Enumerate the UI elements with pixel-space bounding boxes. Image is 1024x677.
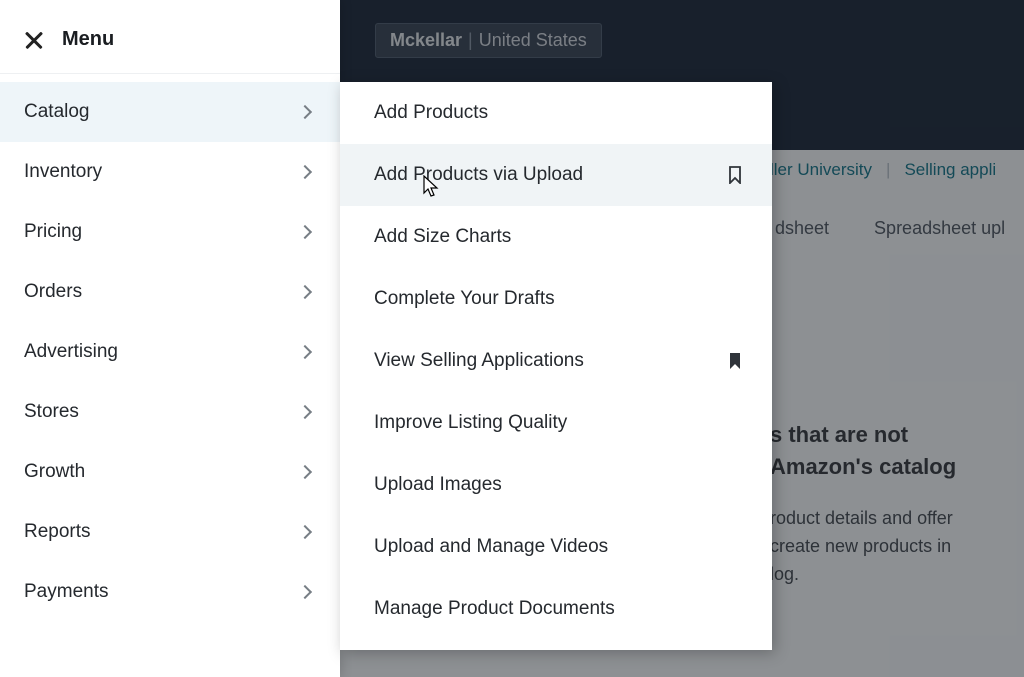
submenu-item-label: Upload and Manage Videos <box>374 536 608 558</box>
sidebar-item-label: Pricing <box>24 221 82 243</box>
sidebar-item-advertising[interactable]: Advertising <box>0 322 340 382</box>
chevron-right-icon <box>298 585 312 599</box>
chevron-right-icon <box>298 285 312 299</box>
menu-header: Menu <box>0 0 340 74</box>
sidebar-item-inventory[interactable]: Inventory <box>0 142 340 202</box>
sidebar-item-label: Advertising <box>24 341 118 363</box>
submenu-item-label: Add Products <box>374 102 488 124</box>
chevron-right-icon <box>298 165 312 179</box>
submenu-item[interactable]: Add Size Charts <box>340 206 772 268</box>
submenu-item[interactable]: Improve Listing Quality <box>340 392 772 454</box>
sidebar-item-label: Growth <box>24 461 85 483</box>
submenu-item[interactable]: Add Products via Upload <box>340 144 772 206</box>
sidebar-item-label: Payments <box>24 581 108 603</box>
submenu-item-label: Add Products via Upload <box>374 164 583 186</box>
submenu-item[interactable]: Add Products <box>340 82 772 144</box>
close-icon[interactable] <box>24 30 44 50</box>
submenu-item-label: Manage Product Documents <box>374 598 615 620</box>
chevron-right-icon <box>298 465 312 479</box>
sidebar-item-label: Catalog <box>24 101 90 123</box>
sidebar-item-catalog[interactable]: Catalog <box>0 82 340 142</box>
submenu-item[interactable]: Upload and Manage Videos <box>340 516 772 578</box>
submenu-item[interactable]: Manage Product Documents <box>340 578 772 640</box>
chevron-right-icon <box>298 345 312 359</box>
chevron-right-icon <box>298 525 312 539</box>
sidebar-item-stores[interactable]: Stores <box>0 382 340 442</box>
sidebar-item-orders[interactable]: Orders <box>0 262 340 322</box>
sidebar-item-label: Orders <box>24 281 82 303</box>
submenu-item-label: Complete Your Drafts <box>374 288 555 310</box>
chevron-right-icon <box>298 225 312 239</box>
sidebar-item-payments[interactable]: Payments <box>0 562 340 622</box>
sidebar-item-reports[interactable]: Reports <box>0 502 340 562</box>
sidebar-item-pricing[interactable]: Pricing <box>0 202 340 262</box>
main-menu-sidebar: Menu Catalog Inventory Pricing Orders Advert… <box>0 0 340 677</box>
menu-items: Catalog Inventory Pricing Orders Advertising… <box>0 74 340 622</box>
catalog-submenu: Add Products Add Products via Upload Add S… <box>340 82 772 650</box>
bookmark-filled-icon[interactable] <box>728 352 742 370</box>
sidebar-item-label: Inventory <box>24 161 102 183</box>
bookmark-outline-icon[interactable] <box>728 166 742 184</box>
submenu-item[interactable]: Complete Your Drafts <box>340 268 772 330</box>
sidebar-item-growth[interactable]: Growth <box>0 442 340 502</box>
submenu-item-label: Improve Listing Quality <box>374 412 567 434</box>
submenu-item-label: Upload Images <box>374 474 502 496</box>
submenu-item-label: Add Size Charts <box>374 226 511 248</box>
submenu-item-label: View Selling Applications <box>374 350 584 372</box>
submenu-item[interactable]: View Selling Applications <box>340 330 772 392</box>
sidebar-item-label: Reports <box>24 521 91 543</box>
chevron-right-icon <box>298 105 312 119</box>
chevron-right-icon <box>298 405 312 419</box>
menu-title: Menu <box>62 28 114 51</box>
submenu-item[interactable]: Upload Images <box>340 454 772 516</box>
sidebar-item-label: Stores <box>24 401 79 423</box>
